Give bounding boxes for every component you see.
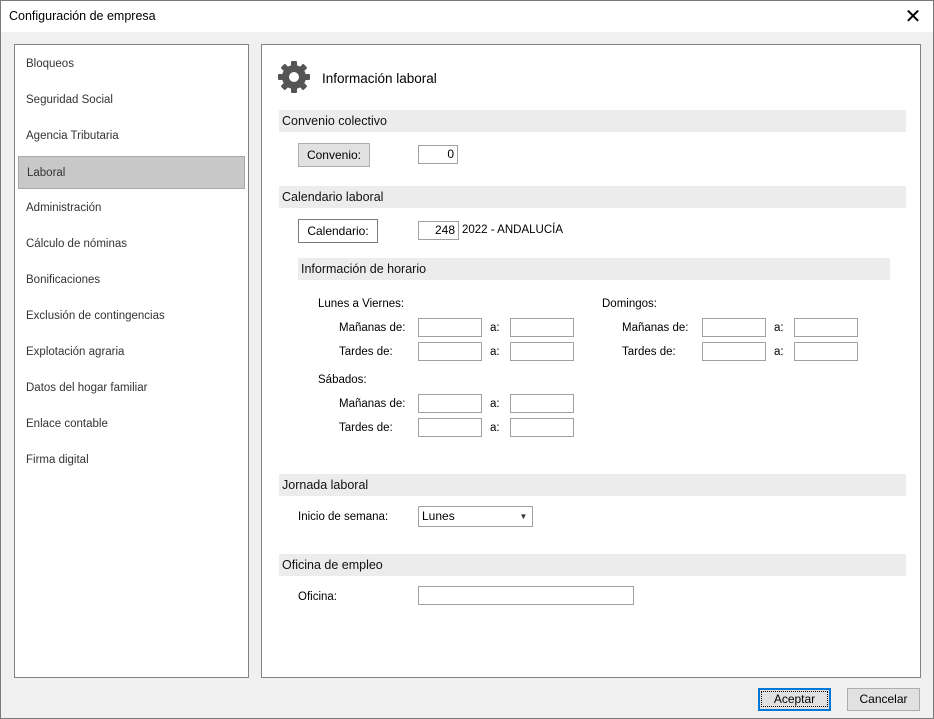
sa-mananas-from-input[interactable] [418, 394, 482, 413]
oficina-label: Oficina: [298, 591, 337, 603]
do-mananas-from-input[interactable] [702, 318, 766, 337]
lv-tardes-from-input[interactable] [418, 342, 482, 361]
do-tardes-from-input[interactable] [702, 342, 766, 361]
sidebar: Bloqueos Seguridad Social Agencia Tribut… [14, 44, 249, 678]
oficina-input[interactable] [418, 586, 634, 605]
sidebar-item-seguridad-social[interactable]: Seguridad Social [18, 84, 245, 117]
do-mananas-to-input[interactable] [794, 318, 858, 337]
accept-button[interactable]: Aceptar [758, 688, 831, 711]
do-tardes-to-input[interactable] [794, 342, 858, 361]
sidebar-item-firma-digital[interactable]: Firma digital [18, 444, 245, 477]
window-title: Configuración de empresa [9, 9, 156, 23]
lv-mananas-a-label: a: [490, 322, 500, 334]
sidebar-item-hogar-familiar[interactable]: Datos del hogar familiar [18, 372, 245, 405]
domingos-label: Domingos: [602, 298, 657, 310]
inicio-semana-value: Lunes [422, 509, 455, 523]
inicio-semana-select[interactable]: Lunes ▼ [418, 506, 533, 527]
lv-mananas-label: Mañanas de: [339, 322, 406, 334]
section-oficina-empleo: Oficina de empleo [279, 554, 906, 576]
sidebar-item-bloqueos[interactable]: Bloqueos [18, 48, 245, 81]
lv-tardes-a-label: a: [490, 346, 500, 358]
sidebar-item-calculo-nominas[interactable]: Cálculo de nóminas [18, 228, 245, 261]
calendario-description: 2022 - ANDALUCÍA [462, 224, 563, 236]
lv-tardes-to-input[interactable] [510, 342, 574, 361]
cancel-button[interactable]: Cancelar [847, 688, 920, 711]
accept-button-label: Aceptar [760, 691, 829, 707]
sa-tardes-a-label: a: [490, 422, 500, 434]
sidebar-item-laboral[interactable]: Laboral [18, 156, 245, 189]
chevron-down-icon[interactable]: ▼ [515, 507, 532, 526]
do-tardes-label: Tardes de: [622, 346, 676, 358]
lv-tardes-label: Tardes de: [339, 346, 393, 358]
lunes-viernes-label: Lunes a Viernes: [318, 298, 405, 310]
calendario-input[interactable]: 248 [418, 221, 459, 240]
sidebar-item-administracion[interactable]: Administración [18, 192, 245, 225]
sidebar-item-agencia-tributaria[interactable]: Agencia Tributaria [18, 120, 245, 153]
sa-tardes-to-input[interactable] [510, 418, 574, 437]
calendario-button[interactable]: Calendario: [298, 219, 378, 243]
inicio-semana-label: Inicio de semana: [298, 511, 389, 523]
dialog-window: Configuración de empresa ✕ Bloqueos Segu… [0, 0, 934, 719]
title-bar: Configuración de empresa ✕ [1, 1, 933, 32]
sa-tardes-label: Tardes de: [339, 422, 393, 434]
sa-tardes-from-input[interactable] [418, 418, 482, 437]
sidebar-item-bonificaciones[interactable]: Bonificaciones [18, 264, 245, 297]
sa-mananas-a-label: a: [490, 398, 500, 410]
page-title: Información laboral [322, 71, 437, 86]
sidebar-item-enlace-contable[interactable]: Enlace contable [18, 408, 245, 441]
lv-mananas-from-input[interactable] [418, 318, 482, 337]
main-panel: Información laboral Convenio colectivo C… [261, 44, 921, 678]
convenio-button[interactable]: Convenio: [298, 143, 370, 167]
section-informacion-horario: Información de horario [298, 258, 890, 280]
sidebar-item-exclusion-contingencias[interactable]: Exclusión de contingencias [18, 300, 245, 333]
sa-mananas-to-input[interactable] [510, 394, 574, 413]
section-jornada-laboral: Jornada laboral [279, 474, 906, 496]
do-mananas-label: Mañanas de: [622, 322, 689, 334]
do-tardes-a-label: a: [774, 346, 784, 358]
close-icon[interactable]: ✕ [893, 1, 933, 32]
gear-icon [278, 61, 310, 93]
sabados-label: Sábados: [318, 374, 367, 386]
sa-mananas-label: Mañanas de: [339, 398, 406, 410]
section-calendario-laboral: Calendario laboral [279, 186, 906, 208]
section-convenio-colectivo: Convenio colectivo [279, 110, 906, 132]
sidebar-item-explotacion-agraria[interactable]: Explotación agraria [18, 336, 245, 369]
do-mananas-a-label: a: [774, 322, 784, 334]
convenio-input[interactable]: 0 [418, 145, 458, 164]
lv-mananas-to-input[interactable] [510, 318, 574, 337]
